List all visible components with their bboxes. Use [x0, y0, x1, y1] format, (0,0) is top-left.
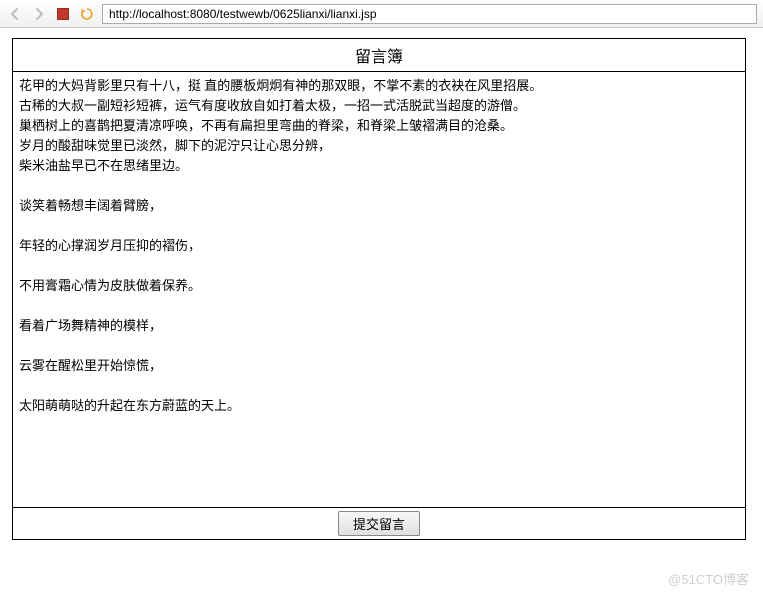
submit-button[interactable]: 提交留言 [338, 511, 420, 536]
page-content: 留言簿 提交留言 [0, 28, 763, 550]
guestbook-submit-cell: 提交留言 [13, 508, 746, 540]
refresh-button[interactable] [78, 5, 96, 23]
url-input[interactable] [102, 4, 757, 24]
browser-toolbar [0, 0, 763, 28]
arrow-right-icon [32, 7, 46, 21]
guestbook-title: 留言簿 [13, 39, 746, 72]
back-button[interactable] [6, 5, 24, 23]
forward-button[interactable] [30, 5, 48, 23]
arrow-left-icon [8, 7, 22, 21]
guestbook-textarea[interactable] [13, 72, 745, 504]
stop-button[interactable] [54, 5, 72, 23]
refresh-icon [79, 6, 95, 22]
guestbook-content-cell [13, 72, 746, 508]
watermark: @51CTO博客 [668, 569, 749, 588]
guestbook-table: 留言簿 提交留言 [12, 38, 746, 540]
stop-icon [57, 8, 69, 20]
